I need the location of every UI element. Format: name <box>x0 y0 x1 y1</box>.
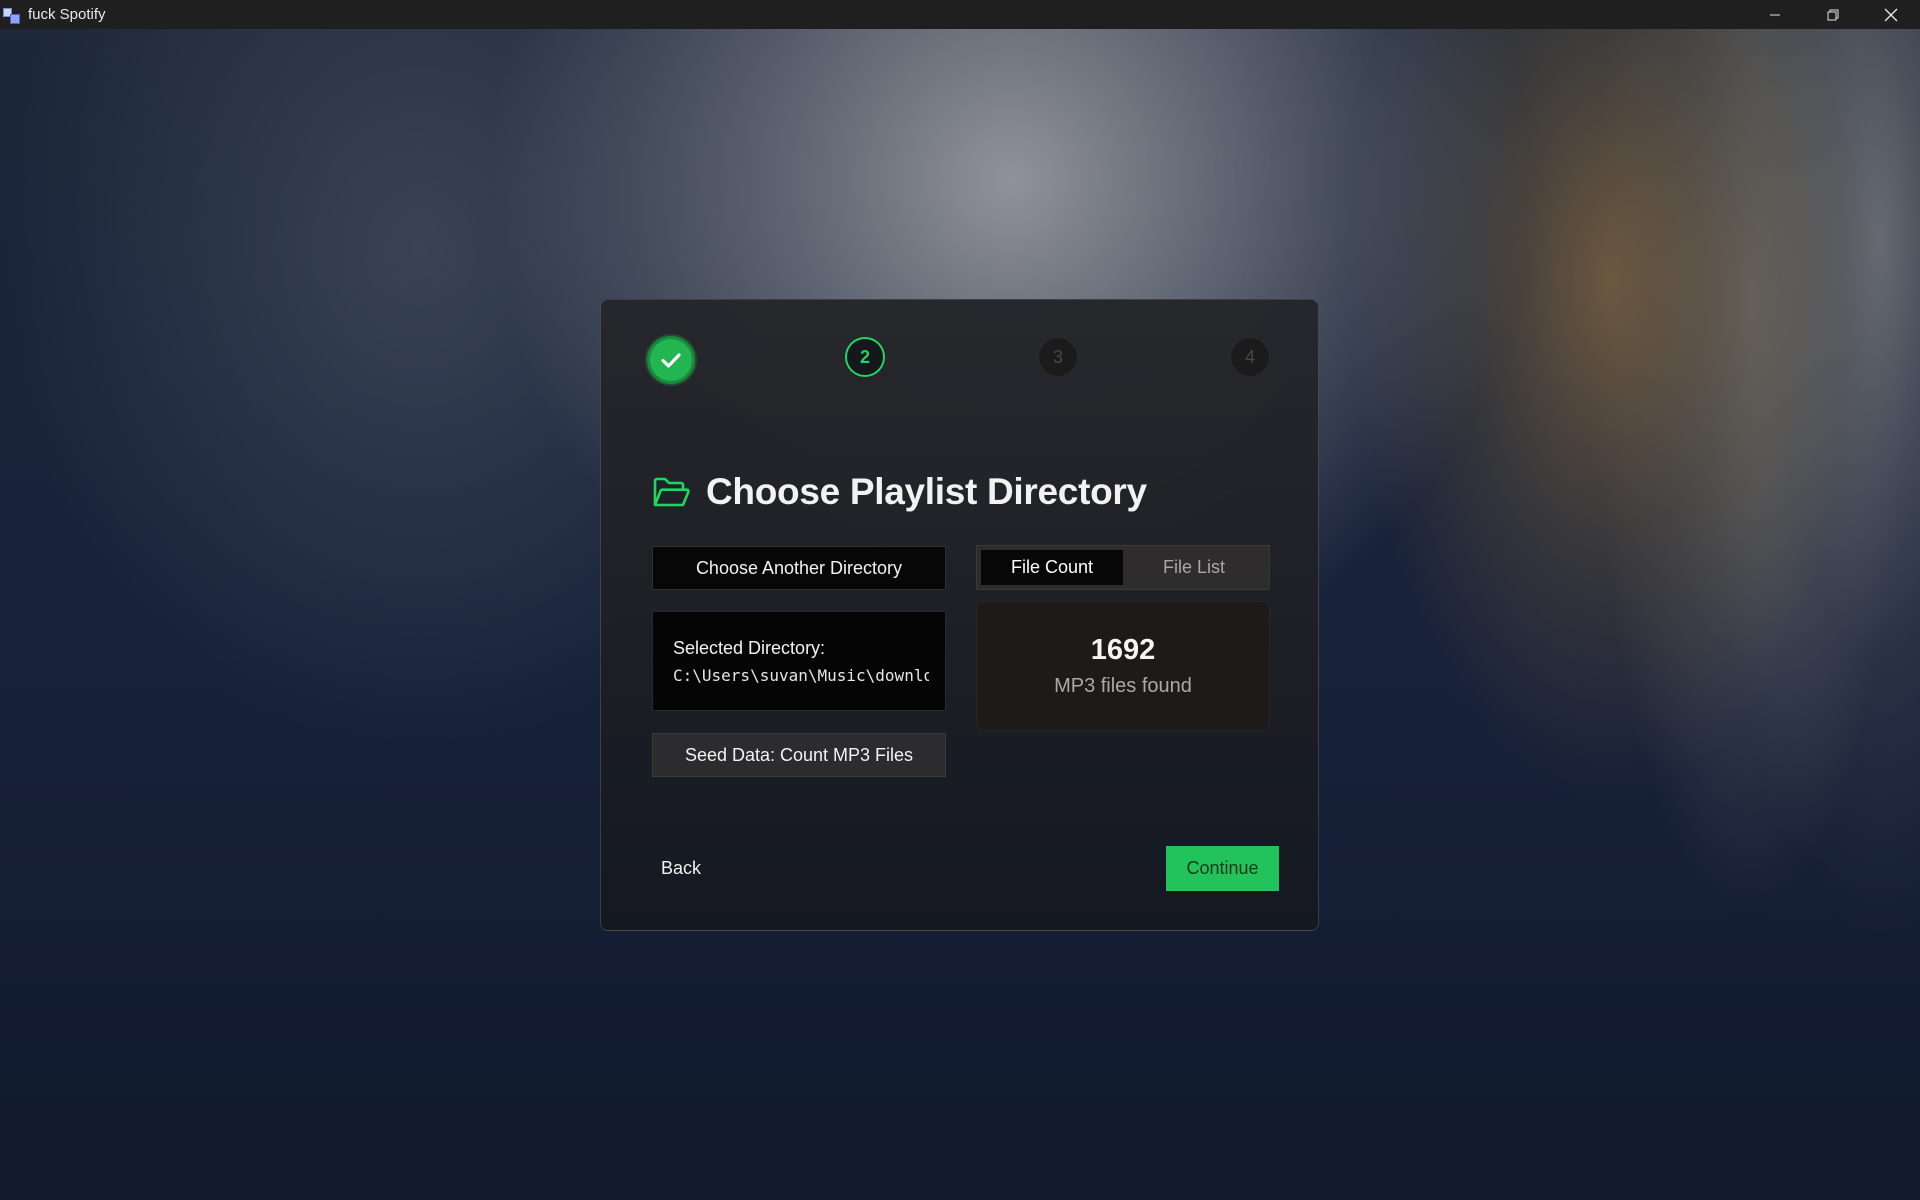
window-controls <box>1746 0 1920 29</box>
selected-directory-path: C:\Users\suvan\Music\downloads <box>673 666 929 685</box>
page-heading: Choose Playlist Directory <box>652 468 1147 516</box>
selected-directory-label: Selected Directory: <box>673 638 826 658</box>
back-button[interactable]: Back <box>661 854 701 882</box>
step-1-complete <box>647 336 695 384</box>
tab-file-count[interactable]: File Count <box>981 550 1123 585</box>
minimize-button[interactable] <box>1746 0 1804 29</box>
restore-button[interactable] <box>1804 0 1862 29</box>
wizard-card: 2 3 4 Choose Playlist Directory Choose A… <box>600 299 1319 931</box>
selected-directory-panel: Selected Directory: C:\Users\suvan\Music… <box>652 611 946 711</box>
choose-directory-button[interactable]: Choose Another Directory <box>652 546 946 590</box>
view-tabs: File Count File List <box>976 545 1270 590</box>
mp3-count: 1692 <box>1090 634 1156 666</box>
window-title: fuck Spotify <box>28 6 106 23</box>
step-3: 3 <box>1038 337 1078 377</box>
app-icon <box>1 4 23 26</box>
seed-count-button[interactable]: Seed Data: Count MP3 Files <box>652 733 946 777</box>
close-button[interactable] <box>1862 0 1920 29</box>
file-count-panel: 1692 MP3 files found <box>976 601 1270 731</box>
minimize-icon <box>1770 14 1780 15</box>
continue-button[interactable]: Continue <box>1166 846 1279 891</box>
step-4: 4 <box>1230 337 1270 377</box>
restore-icon <box>1827 9 1839 20</box>
folder-open-icon <box>653 477 690 507</box>
check-icon <box>661 353 681 368</box>
mp3-count-caption: MP3 files found <box>1054 675 1192 697</box>
step-2-current: 2 <box>845 337 885 377</box>
title-bar: fuck Spotify <box>0 0 1920 29</box>
close-icon <box>1884 8 1898 21</box>
tab-file-list[interactable]: File List <box>1123 550 1265 585</box>
page-title: Choose Playlist Directory <box>706 471 1147 512</box>
